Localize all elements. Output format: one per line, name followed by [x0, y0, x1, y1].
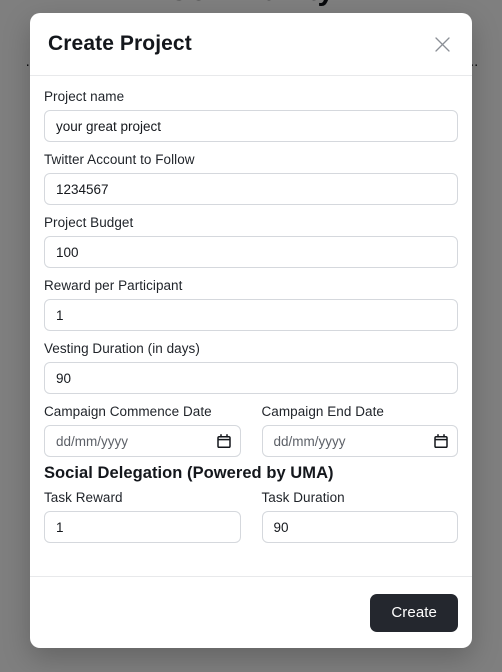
field-campaign-end-date: Campaign End Date: [261, 403, 458, 457]
field-task-duration: Task Duration: [261, 489, 458, 543]
field-project-budget: Project Budget: [44, 214, 458, 268]
task-reward-input[interactable]: [44, 511, 241, 543]
project-name-input[interactable]: [44, 110, 458, 142]
field-project-name: Project name: [44, 88, 458, 142]
dialog-footer: Create: [30, 576, 472, 648]
create-project-dialog: Create Project Project name Twitter Acco…: [30, 13, 472, 648]
field-task-reward: Task Reward: [44, 489, 241, 543]
create-button[interactable]: Create: [370, 593, 458, 632]
date-row: Campaign Commence Date Campaign End Date: [44, 403, 458, 457]
vesting-duration-input[interactable]: [44, 362, 458, 394]
project-budget-input[interactable]: [44, 236, 458, 268]
campaign-commence-date-input[interactable]: [44, 425, 241, 457]
field-campaign-commence-date: Campaign Commence Date: [44, 403, 241, 457]
reward-per-participant-input[interactable]: [44, 299, 458, 331]
reward-per-participant-label: Reward per Participant: [44, 278, 183, 293]
dialog-title: Create Project: [48, 32, 192, 55]
project-name-label: Project name: [44, 89, 125, 104]
dialog-header: Create Project: [30, 13, 472, 76]
campaign-end-date-wrap: [261, 425, 458, 457]
campaign-commence-date-label: Campaign Commence Date: [44, 404, 212, 419]
twitter-account-input[interactable]: [44, 173, 458, 205]
twitter-account-label: Twitter Account to Follow: [44, 152, 195, 167]
field-twitter-account: Twitter Account to Follow: [44, 151, 458, 205]
close-button[interactable]: [429, 31, 455, 57]
task-duration-input[interactable]: [261, 511, 458, 543]
social-delegation-heading: Social Delegation (Powered by UMA): [44, 464, 334, 482]
campaign-commence-date-wrap: [44, 425, 241, 457]
task-duration-label: Task Duration: [261, 490, 345, 505]
field-vesting-duration: Vesting Duration (in days): [44, 340, 458, 394]
campaign-end-date-input[interactable]: [261, 425, 458, 457]
task-reward-label: Task Reward: [44, 490, 123, 505]
vesting-duration-label: Vesting Duration (in days): [44, 341, 200, 356]
task-row: Task Reward Task Duration: [44, 489, 458, 543]
field-reward-per-participant: Reward per Participant: [44, 277, 458, 331]
campaign-end-date-label: Campaign End Date: [261, 404, 384, 419]
dialog-body: Project name Twitter Account to Follow P…: [30, 76, 472, 576]
close-icon: [434, 36, 451, 53]
project-budget-label: Project Budget: [44, 215, 134, 230]
